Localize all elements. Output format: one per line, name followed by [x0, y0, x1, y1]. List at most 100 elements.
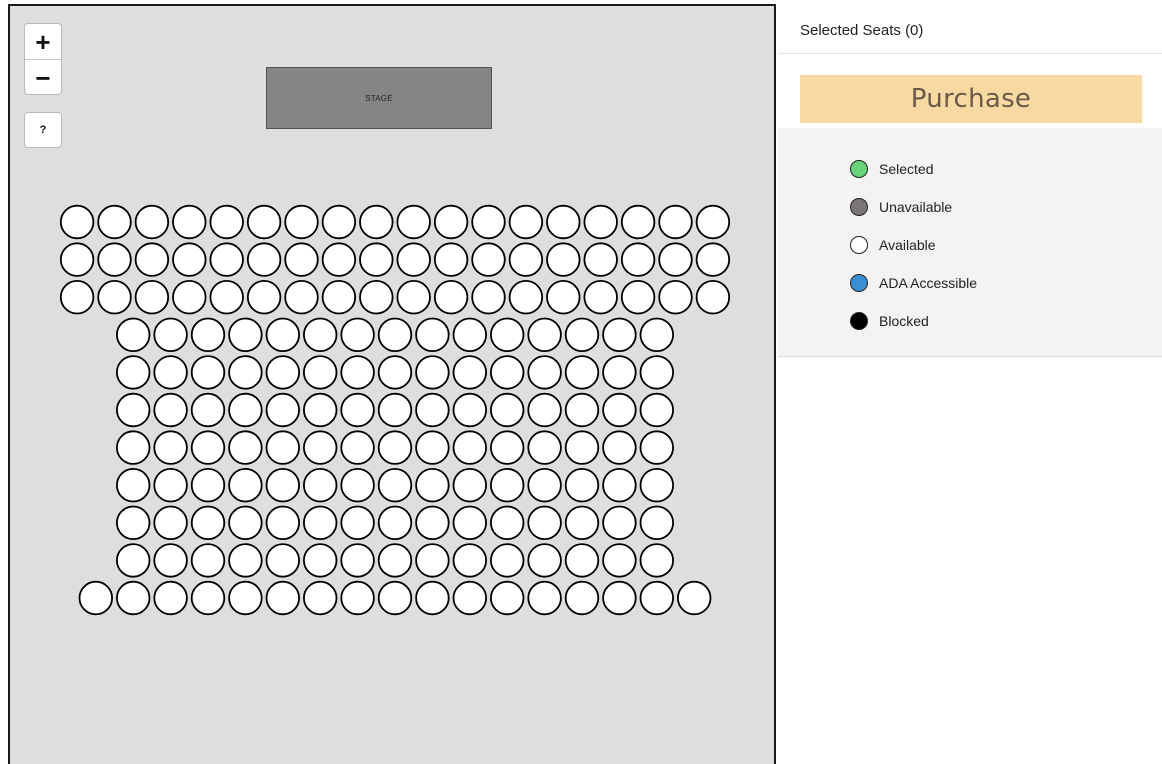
seat-available[interactable] — [97, 204, 132, 240]
seat-available[interactable] — [228, 430, 263, 465]
seat-available[interactable] — [59, 204, 95, 240]
seat-available[interactable] — [527, 580, 562, 616]
seat-available[interactable] — [115, 430, 151, 465]
seat-available[interactable] — [172, 242, 207, 277]
seat-available[interactable] — [527, 392, 562, 428]
seat-available[interactable] — [59, 242, 95, 277]
seat-available[interactable] — [508, 280, 544, 315]
seat-available[interactable] — [340, 468, 375, 503]
seat-available[interactable] — [377, 430, 413, 465]
seat-available[interactable] — [190, 317, 226, 352]
seat-available[interactable] — [303, 580, 338, 616]
seat-available[interactable] — [583, 204, 618, 240]
seat-available[interactable] — [153, 355, 188, 390]
seat-available[interactable] — [490, 355, 525, 390]
seat-available[interactable] — [190, 392, 226, 428]
seat-available[interactable] — [340, 580, 375, 616]
seat-available[interactable] — [639, 505, 674, 540]
seat-available[interactable] — [396, 280, 431, 315]
seat-available[interactable] — [415, 468, 450, 503]
seat-available[interactable] — [115, 505, 151, 540]
seat-available[interactable] — [602, 505, 637, 540]
seat-available[interactable] — [471, 242, 506, 277]
seat-available[interactable] — [602, 468, 637, 503]
seat-available[interactable] — [377, 392, 413, 428]
seat-available[interactable] — [546, 280, 581, 315]
seat-available[interactable] — [490, 317, 525, 352]
seat-available[interactable] — [620, 280, 656, 315]
seat-available[interactable] — [546, 204, 581, 240]
seat-available[interactable] — [303, 317, 338, 352]
seat-available[interactable] — [153, 392, 188, 428]
seat-available[interactable] — [340, 543, 375, 578]
seat-available[interactable] — [452, 317, 487, 352]
seat-available[interactable] — [115, 543, 151, 578]
seat-available[interactable] — [265, 317, 300, 352]
seat-available[interactable] — [452, 392, 487, 428]
seat-available[interactable] — [695, 242, 731, 277]
seat-available[interactable] — [228, 317, 263, 352]
seat-available[interactable] — [639, 355, 674, 390]
seat-map[interactable]: + − ? STAGE — [8, 4, 776, 764]
seat-available[interactable] — [265, 392, 300, 428]
seat-available[interactable] — [564, 468, 600, 503]
seat-available[interactable] — [340, 430, 375, 465]
seat-available[interactable] — [340, 392, 375, 428]
seat-available[interactable] — [265, 355, 300, 390]
seat-available[interactable] — [602, 355, 637, 390]
seat-available[interactable] — [396, 242, 431, 277]
seat-available[interactable] — [490, 543, 525, 578]
seat-available[interactable] — [583, 242, 618, 277]
seat-available[interactable] — [284, 242, 319, 277]
seat-available[interactable] — [115, 317, 151, 352]
seat-available[interactable] — [602, 580, 637, 616]
seat-available[interactable] — [153, 430, 188, 465]
seat-available[interactable] — [415, 430, 450, 465]
seat-available[interactable] — [246, 280, 282, 315]
seat-available[interactable] — [59, 280, 95, 315]
seat-available[interactable] — [658, 204, 693, 240]
seat-available[interactable] — [340, 355, 375, 390]
seat-available[interactable] — [190, 468, 226, 503]
seat-available[interactable] — [228, 543, 263, 578]
seat-available[interactable] — [153, 505, 188, 540]
seat-available[interactable] — [303, 468, 338, 503]
seat-available[interactable] — [452, 580, 487, 616]
seat-available[interactable] — [639, 468, 674, 503]
seat-available[interactable] — [377, 468, 413, 503]
seat-available[interactable] — [490, 430, 525, 465]
seat-available[interactable] — [695, 280, 731, 315]
seat-available[interactable] — [303, 392, 338, 428]
seat-available[interactable] — [639, 543, 674, 578]
purchase-button[interactable]: Purchase — [800, 75, 1142, 123]
seat-available[interactable] — [490, 468, 525, 503]
seat-available[interactable] — [490, 392, 525, 428]
seat-available[interactable] — [172, 204, 207, 240]
seat-available[interactable] — [303, 355, 338, 390]
seat-available[interactable] — [377, 505, 413, 540]
seat-available[interactable] — [359, 280, 394, 315]
seat-available[interactable] — [134, 280, 170, 315]
seat-available[interactable] — [508, 242, 544, 277]
seat-available[interactable] — [564, 580, 600, 616]
seat-available[interactable] — [359, 242, 394, 277]
seat-available[interactable] — [153, 317, 188, 352]
seat-available[interactable] — [377, 580, 413, 616]
seat-available[interactable] — [452, 430, 487, 465]
seat-available[interactable] — [190, 430, 226, 465]
seat-available[interactable] — [639, 392, 674, 428]
seat-available[interactable] — [546, 242, 581, 277]
seat-available[interactable] — [228, 505, 263, 540]
seat-available[interactable] — [639, 317, 674, 352]
seat-available[interactable] — [415, 543, 450, 578]
seat-available[interactable] — [452, 543, 487, 578]
seat-available[interactable] — [564, 543, 600, 578]
seat-available[interactable] — [564, 317, 600, 352]
seat-available[interactable] — [433, 204, 469, 240]
seat-available[interactable] — [564, 392, 600, 428]
seat-available[interactable] — [452, 505, 487, 540]
seat-available[interactable] — [695, 204, 731, 240]
seat-available[interactable] — [321, 242, 357, 277]
seat-available[interactable] — [602, 392, 637, 428]
seat-available[interactable] — [303, 430, 338, 465]
